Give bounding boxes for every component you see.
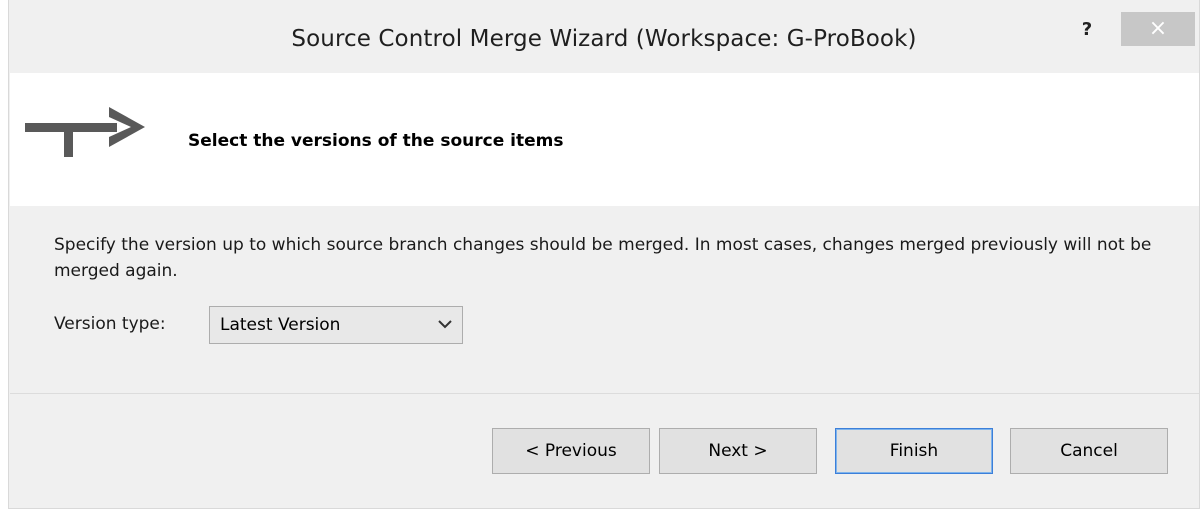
version-type-dropdown[interactable]: Latest Version <box>209 306 463 344</box>
previous-button[interactable]: < Previous <box>492 428 650 474</box>
help-button[interactable]: ? <box>1075 18 1099 42</box>
next-button[interactable]: Next > <box>659 428 817 474</box>
window-title: Source Control Merge Wizard (Workspace: … <box>291 26 917 52</box>
title-bar[interactable]: Source Control Merge Wizard (Workspace: … <box>9 0 1199 82</box>
finish-button[interactable]: Finish <box>835 428 993 474</box>
version-type-value: Latest Version <box>220 315 341 335</box>
close-button[interactable]: × <box>1121 12 1195 46</box>
instructions-text: Specify the version up to which source b… <box>54 235 1152 281</box>
version-type-label: Version type: <box>54 314 166 334</box>
cancel-button[interactable]: Cancel <box>1010 428 1168 474</box>
chevron-down-icon <box>438 320 452 329</box>
wizard-header: Select the versions of the source items <box>10 73 1199 206</box>
page-title: Select the versions of the source items <box>188 131 564 151</box>
merge-arrow-icon <box>25 107 145 157</box>
merge-wizard-dialog: Source Control Merge Wizard (Workspace: … <box>8 0 1200 509</box>
footer-divider <box>10 393 1199 394</box>
